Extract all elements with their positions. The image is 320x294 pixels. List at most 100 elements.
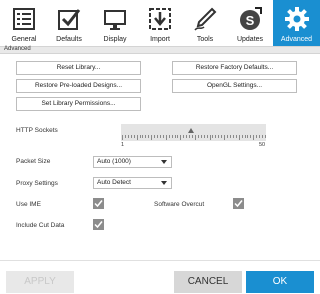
section-header: Advanced xyxy=(0,46,320,54)
packet-size-value: Auto (1000) xyxy=(97,158,131,165)
slider-tick xyxy=(218,135,220,138)
slider-tick xyxy=(145,135,147,138)
checkmark-icon xyxy=(234,200,243,208)
slider-tick xyxy=(250,135,252,138)
slider-tick xyxy=(177,135,179,138)
slider-tick xyxy=(168,135,170,138)
tab-tools-label: Tools xyxy=(196,36,214,43)
chevron-down-icon xyxy=(161,181,167,185)
slider-tick xyxy=(136,135,138,140)
checkmark-icon xyxy=(94,200,103,208)
tab-updates[interactable]: S Updates xyxy=(228,0,272,47)
slider-tick xyxy=(232,135,234,138)
tab-general[interactable]: General xyxy=(2,0,46,47)
slider-tick xyxy=(159,135,161,138)
slider-tick xyxy=(142,135,144,138)
slider-tick xyxy=(157,135,159,138)
slider-tick xyxy=(200,135,202,138)
ok-button[interactable]: OK xyxy=(246,271,314,293)
slider-tick xyxy=(162,135,164,138)
software-overcut-checkbox[interactable] xyxy=(233,198,244,209)
http-sockets-label: HTTP Sockets xyxy=(16,127,58,134)
slider-tick xyxy=(122,135,123,140)
slider-tick xyxy=(180,135,182,140)
slider-tick xyxy=(247,135,249,138)
use-ime-label: Use IME xyxy=(16,201,41,208)
slider-tick xyxy=(241,135,243,138)
proxy-settings-select[interactable]: Auto Detect xyxy=(93,177,172,189)
slider-tick xyxy=(174,135,176,138)
restore-preloaded-designs-button[interactable]: Restore Pre-loaded Designs... xyxy=(16,79,141,93)
slider-tick xyxy=(197,135,199,138)
slider-tick xyxy=(265,135,266,138)
reset-library-button[interactable]: Reset Library... xyxy=(16,61,141,75)
tab-advanced[interactable]: Advanced xyxy=(273,0,320,47)
slider-thumb[interactable] xyxy=(188,128,194,133)
packet-size-label: Packet Size xyxy=(16,158,51,165)
slider-tick xyxy=(194,135,196,140)
tab-defaults[interactable]: Defaults xyxy=(47,0,91,47)
slider-tick xyxy=(127,135,129,138)
cancel-button[interactable]: CANCEL xyxy=(174,271,242,293)
slider-tick xyxy=(133,135,135,138)
slider-tick xyxy=(183,135,185,138)
slider-tick xyxy=(189,135,191,138)
tab-tools[interactable]: Tools xyxy=(183,0,227,47)
import-icon xyxy=(149,8,171,30)
proxy-settings-label: Proxy Settings xyxy=(16,180,58,187)
gear-icon xyxy=(284,7,309,31)
tab-import-label: Import xyxy=(150,36,170,43)
slider-tick xyxy=(259,135,261,138)
slider-max-label: 50 xyxy=(259,142,266,148)
svg-text:S: S xyxy=(246,13,255,28)
use-ime-checkbox[interactable] xyxy=(93,198,104,209)
slider-tick xyxy=(148,135,150,138)
section-title: Advanced xyxy=(4,46,31,52)
slider-tick xyxy=(186,135,188,138)
preferences-toolbar: General Defaults Display Import Tools S … xyxy=(0,0,320,47)
packet-size-select[interactable]: Auto (1000) xyxy=(93,156,172,168)
slider-tick xyxy=(151,135,153,140)
set-library-permissions-button[interactable]: Set Library Permissions... xyxy=(16,97,141,111)
monitor-icon xyxy=(104,10,126,30)
slider-tick xyxy=(244,135,246,138)
slider-tick xyxy=(209,135,211,140)
slider-tick xyxy=(253,135,255,140)
pen-icon xyxy=(194,7,217,31)
slider-tick xyxy=(206,135,208,138)
tab-import[interactable]: Import xyxy=(138,0,182,47)
slider-tick xyxy=(139,135,141,138)
tab-updates-label: Updates xyxy=(236,36,264,43)
list-icon xyxy=(13,8,35,30)
updates-icon: S xyxy=(240,7,262,30)
tab-display[interactable]: Display xyxy=(93,0,137,47)
slider-tick xyxy=(215,135,217,138)
restore-factory-defaults-button[interactable]: Restore Factory Defaults... xyxy=(172,61,297,75)
slider-tick xyxy=(262,135,264,138)
apply-button[interactable]: APPLY xyxy=(6,271,74,293)
slider-tick xyxy=(227,135,229,138)
tab-display-label: Display xyxy=(103,36,127,43)
tab-defaults-label: Defaults xyxy=(56,36,82,43)
slider-tick xyxy=(212,135,214,138)
slider-tick xyxy=(165,135,167,140)
slider-tick xyxy=(229,135,231,138)
include-cut-data-checkbox[interactable] xyxy=(93,219,104,230)
include-cut-data-label: Include Cut Data xyxy=(16,222,65,229)
checkmark-icon xyxy=(94,221,103,229)
slider-min-label: 1 xyxy=(121,142,125,148)
slider-tick xyxy=(154,135,156,138)
slider-tick xyxy=(221,135,223,138)
slider-tick xyxy=(256,135,258,138)
chevron-down-icon xyxy=(161,160,167,164)
slider-tick xyxy=(124,135,126,138)
slider-tick xyxy=(224,135,226,140)
slider-tick xyxy=(130,135,132,138)
slider-tick xyxy=(203,135,205,138)
opengl-settings-button[interactable]: OpenGL Settings... xyxy=(172,79,297,93)
slider-tick xyxy=(238,135,240,140)
software-overcut-label: Software Overcut xyxy=(154,201,205,208)
slider-tick xyxy=(192,135,194,138)
checkbox-icon xyxy=(58,9,81,30)
proxy-settings-value: Auto Detect xyxy=(97,179,131,186)
